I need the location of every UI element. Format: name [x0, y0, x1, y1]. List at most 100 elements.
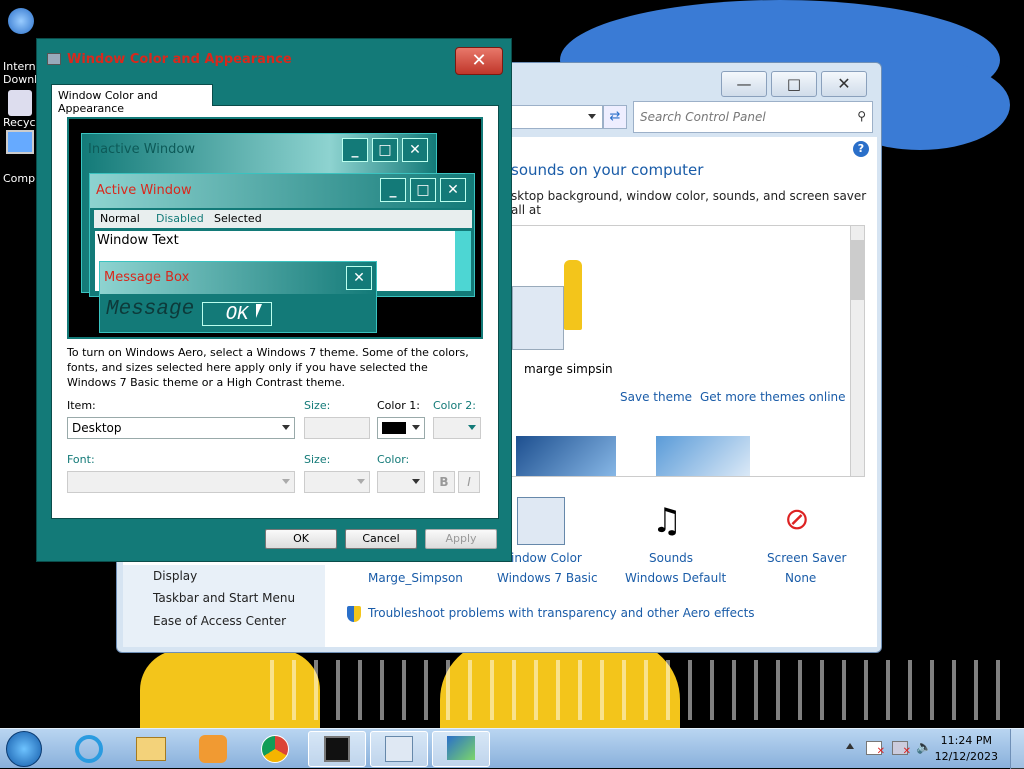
mouse-cursor: [256, 304, 262, 318]
action-center-icon[interactable]: ✕: [866, 741, 885, 757]
color1-label: Color 1:: [377, 399, 420, 412]
item-value: Desktop: [72, 421, 122, 435]
chevron-down-icon[interactable]: [412, 479, 420, 484]
see-also-display[interactable]: Display: [153, 569, 197, 583]
screen-saver-link[interactable]: Screen Saver: [767, 551, 846, 565]
menu-disabled: Disabled: [156, 212, 204, 225]
color1-picker[interactable]: [377, 417, 425, 439]
show-desktop-button[interactable]: [1010, 729, 1024, 769]
network-icon[interactable]: ✕: [892, 741, 911, 757]
taskbar-explorer[interactable]: [122, 731, 180, 767]
chevron-down-icon[interactable]: [468, 425, 476, 430]
scrollbar[interactable]: [850, 226, 864, 476]
chevron-down-icon[interactable]: [412, 425, 420, 430]
taskbar-app[interactable]: [308, 731, 366, 767]
chevron-down-icon[interactable]: [282, 425, 290, 430]
dialog-close-button[interactable]: ✕: [455, 47, 503, 75]
appearance-preview: Inactive Window _ □ ✕ Active Window _ □ …: [67, 117, 483, 339]
start-button[interactable]: [6, 731, 42, 767]
taskbar-ie[interactable]: [60, 731, 118, 767]
refresh-button[interactable]: ⇄: [603, 105, 627, 129]
chrome-icon: [261, 735, 289, 763]
font-select[interactable]: [67, 471, 295, 493]
font-label: Font:: [67, 453, 95, 466]
color-swatch: [382, 422, 406, 434]
marge-figure: [564, 260, 582, 330]
desktop-background-value[interactable]: Marge_Simpson: [368, 571, 463, 585]
chevron-down-icon[interactable]: [357, 479, 365, 484]
window-text: Window Text: [97, 233, 179, 248]
apply-button[interactable]: Apply: [425, 529, 497, 549]
search-input[interactable]: Search Control Panel ⚲: [633, 101, 873, 133]
preview-scrollbar: [455, 231, 471, 291]
close-icon: ✕: [402, 138, 428, 162]
theme-name[interactable]: marge simpsin: [524, 362, 613, 376]
screen-saver-value[interactable]: None: [785, 571, 816, 585]
ie-desktop-icon[interactable]: [8, 8, 34, 34]
bold-button[interactable]: B: [433, 471, 455, 493]
maximize-button[interactable]: □: [771, 71, 817, 97]
theme-thumbnail[interactable]: [512, 286, 564, 350]
show-hidden-icons[interactable]: [846, 743, 854, 749]
clock-date: 12/12/2023: [934, 750, 998, 763]
sounds-icon[interactable]: ♫: [645, 499, 689, 543]
save-theme-link[interactable]: Save theme: [620, 390, 692, 404]
search-placeholder: Search Control Panel: [640, 110, 766, 124]
minimize-icon: _: [342, 138, 368, 162]
message-box-title: Message Box: [104, 270, 190, 285]
theme-list: marge simpsin Save theme Get more themes…: [511, 225, 865, 477]
window-color-icon[interactable]: [517, 497, 565, 545]
close-button[interactable]: ✕: [821, 71, 867, 97]
desktop-icon-label[interactable]: Comp: [3, 172, 35, 185]
minimize-button[interactable]: —: [721, 71, 767, 97]
chevron-down-icon[interactable]: [588, 114, 596, 119]
ok-button[interactable]: OK: [265, 529, 337, 549]
volume-icon[interactable]: 🔈: [916, 741, 932, 755]
dialog-title: Window Color and Appearance: [67, 52, 292, 67]
sounds-value[interactable]: Windows Default: [625, 571, 726, 585]
troubleshoot-link[interactable]: Troubleshoot problems with transparency …: [368, 606, 755, 620]
italic-button[interactable]: I: [458, 471, 480, 493]
sounds-link[interactable]: Sounds: [649, 551, 693, 565]
minimize-icon: _: [380, 178, 406, 202]
desktop-icon-label[interactable]: Downl: [3, 73, 37, 86]
see-also-ease[interactable]: Ease of Access Center: [153, 614, 286, 628]
page-title: sounds on your computer: [511, 161, 704, 179]
desktop-icon-label[interactable]: Intern: [3, 60, 36, 73]
help-icon[interactable]: ?: [853, 141, 869, 157]
more-themes-link[interactable]: Get more themes online: [700, 390, 846, 404]
taskbar-control-panel[interactable]: [370, 731, 428, 767]
recycle-bin-icon[interactable]: [8, 90, 32, 116]
theme-thumbnail[interactable]: [516, 436, 616, 476]
monitor-icon: [324, 736, 350, 762]
window-color-link[interactable]: indow Color: [511, 551, 582, 565]
cancel-button[interactable]: Cancel: [345, 529, 417, 549]
theme-thumbnail[interactable]: [656, 436, 750, 476]
font-color-label: Color:: [377, 453, 410, 466]
window-color-value[interactable]: Windows 7 Basic: [497, 571, 598, 585]
close-icon: ✕: [440, 178, 466, 202]
inactive-window-title: Inactive Window: [88, 142, 195, 157]
taskbar-chrome[interactable]: [246, 731, 304, 767]
search-icon[interactable]: ⚲: [857, 109, 866, 123]
tab-window-color[interactable]: Window Color and Appearance: [51, 84, 213, 115]
aero-description: To turn on Windows Aero, select a Window…: [67, 346, 469, 389]
screen-saver-icon[interactable]: ⊘: [775, 497, 819, 543]
color2-picker[interactable]: [433, 417, 481, 439]
size-stepper[interactable]: [304, 417, 370, 439]
menu-normal: Normal: [100, 212, 140, 225]
taskbar-personalize[interactable]: [432, 731, 490, 767]
font-color-picker[interactable]: [377, 471, 425, 493]
see-also-taskbar[interactable]: Taskbar and Start Menu: [153, 591, 295, 605]
font-size-label: Size:: [304, 453, 331, 466]
chevron-down-icon[interactable]: [282, 479, 290, 484]
dialog-app-icon: [47, 53, 61, 65]
font-size-select[interactable]: [304, 471, 370, 493]
clock[interactable]: 11:24 PM 12/12/2023: [935, 733, 998, 765]
computer-icon[interactable]: [6, 130, 34, 154]
desktop-icon-label[interactable]: Recyc: [3, 116, 36, 129]
ie-icon: [75, 735, 103, 763]
taskbar-media-player[interactable]: [184, 731, 242, 767]
item-select[interactable]: Desktop: [67, 417, 295, 439]
page-subtitle: sktop background, window color, sounds, …: [511, 189, 867, 217]
